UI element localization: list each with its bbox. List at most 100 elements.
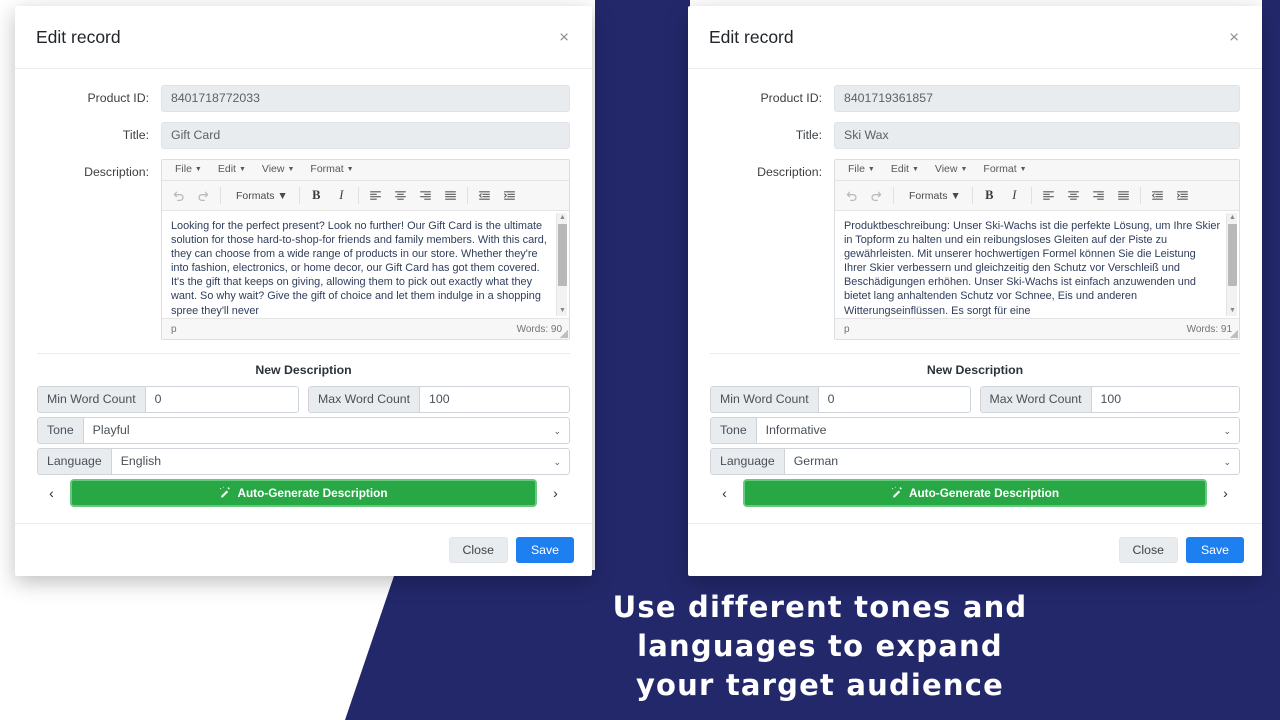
align-center-icon[interactable] (1061, 183, 1086, 209)
title-row-left: Title: Gift Card (37, 122, 570, 149)
menu-edit[interactable]: Edit ▼ (210, 160, 254, 181)
language-select[interactable]: German ⌄ (783, 448, 1240, 475)
title-field[interactable]: Gift Card (161, 122, 570, 149)
close-button[interactable]: Close (1118, 537, 1178, 563)
save-button[interactable]: Save (1185, 537, 1244, 563)
resize-grip-icon[interactable] (560, 330, 568, 338)
menu-file[interactable]: File ▼ (840, 160, 883, 181)
resize-grip-icon[interactable] (1230, 330, 1238, 338)
italic-button[interactable]: I (1002, 183, 1027, 209)
undo-icon[interactable] (166, 183, 191, 209)
language-row: Language German ⌄ (710, 448, 1240, 475)
scrollbar-thumb[interactable] (558, 224, 567, 286)
max-word-count-input[interactable]: 100 (419, 386, 570, 413)
menu-view[interactable]: View ▼ (927, 160, 976, 181)
language-select[interactable]: English ⌄ (110, 448, 570, 475)
promo-caption: Use different tones and languages to exp… (380, 588, 1260, 705)
editor-scrollbar[interactable]: ▲ ▼ (556, 213, 567, 316)
close-icon[interactable]: × (553, 25, 575, 50)
new-description-heading: New Description (255, 363, 352, 377)
word-count-row: Min Word Count 0 Max Word Count 100 (37, 386, 570, 413)
max-word-count-input[interactable]: 100 (1090, 386, 1240, 413)
chevron-down-icon: ⌄ (1223, 426, 1231, 436)
scrollbar-thumb[interactable] (1228, 224, 1237, 286)
menu-view[interactable]: View ▼ (254, 160, 303, 181)
chevron-down-icon: ▼ (194, 166, 202, 173)
tone-label: Tone (37, 417, 83, 444)
language-row: Language English ⌄ (37, 448, 570, 475)
description-row-left: Description: File ▼ Edit ▼ View ▼ Format ▼ (37, 159, 570, 340)
max-word-count-label: Max Word Count (308, 386, 420, 413)
editor-toolbar: Formats ▼ B I (835, 181, 1239, 211)
editor-text-area[interactable]: Produktbeschreibung: Unser Ski-Wachs ist… (835, 211, 1239, 318)
align-justify-icon[interactable] (438, 183, 463, 209)
product-id-field[interactable]: 8401719361857 (834, 85, 1240, 112)
generate-row: ‹ Auto-Generate Description › (37, 479, 570, 507)
product-id-label: Product ID: (87, 91, 149, 105)
tone-select[interactable]: Informative ⌄ (755, 417, 1240, 444)
max-word-count-group: Max Word Count 100 (979, 386, 1240, 413)
description-row-right: Description: File ▼ Edit ▼ View ▼ Format ▼ (710, 159, 1240, 340)
screenshot-stage: Use different tones and languages to exp… (0, 0, 1280, 720)
toolbar-separator (893, 187, 894, 204)
title-field[interactable]: Ski Wax (834, 122, 1240, 149)
edit-record-dialog-left: Edit record × Product ID: 8401718772033 … (15, 6, 592, 576)
dialog-body-left: Product ID: 8401718772033 Title: Gift Ca… (15, 69, 592, 507)
word-count: Words: 91 (1186, 323, 1232, 335)
tone-label: Tone (710, 417, 756, 444)
menu-edit[interactable]: Edit ▼ (883, 160, 927, 181)
menu-format[interactable]: Format ▼ (302, 160, 361, 181)
menu-format[interactable]: Format ▼ (975, 160, 1034, 181)
align-justify-icon[interactable] (1111, 183, 1136, 209)
promo-caption-line-1: Use different tones and (612, 590, 1028, 624)
outdent-icon[interactable] (472, 183, 497, 209)
close-button[interactable]: Close (448, 537, 508, 563)
dialog-footer-left: Close Save (15, 523, 592, 576)
editor-text-area[interactable]: Looking for the perfect present? Look no… (162, 211, 569, 318)
prev-arrow-icon[interactable]: ‹ (37, 479, 66, 507)
min-word-count-input[interactable]: 0 (144, 386, 299, 413)
close-icon[interactable]: × (1223, 25, 1245, 50)
indent-icon[interactable] (497, 183, 522, 209)
indent-icon[interactable] (1170, 183, 1195, 209)
tone-select[interactable]: Playful ⌄ (82, 417, 570, 444)
align-left-icon[interactable] (1036, 183, 1061, 209)
word-count: Words: 90 (516, 323, 562, 335)
min-word-count-input[interactable]: 0 (817, 386, 971, 413)
element-path: p (844, 323, 850, 335)
dialog-body-right: Product ID: 8401719361857 Title: Ski Wax… (688, 69, 1262, 507)
align-left-icon[interactable] (363, 183, 388, 209)
new-description-form-right: Min Word Count 0 Max Word Count 100 Tone… (710, 386, 1240, 507)
auto-generate-description-button[interactable]: Auto-Generate Description (743, 479, 1207, 507)
formats-dropdown[interactable]: Formats ▼ (229, 183, 295, 209)
scroll-down-icon[interactable]: ▼ (557, 306, 568, 316)
editor-menubar: File ▼ Edit ▼ View ▼ Format ▼ (835, 160, 1239, 181)
undo-icon[interactable] (839, 183, 864, 209)
next-arrow-icon[interactable]: › (541, 479, 570, 507)
language-label: Language (37, 448, 111, 475)
align-center-icon[interactable] (388, 183, 413, 209)
chevron-down-icon: ⌄ (553, 426, 561, 436)
save-button[interactable]: Save (515, 537, 574, 563)
editor-scrollbar[interactable]: ▲ ▼ (1226, 213, 1237, 316)
scroll-up-icon[interactable]: ▲ (1227, 213, 1238, 223)
redo-icon[interactable] (864, 183, 889, 209)
align-right-icon[interactable] (1086, 183, 1111, 209)
auto-generate-description-button[interactable]: Auto-Generate Description (70, 479, 537, 507)
product-id-row-right: Product ID: 8401719361857 (710, 85, 1240, 112)
formats-dropdown[interactable]: Formats ▼ (902, 183, 968, 209)
italic-button[interactable]: I (329, 183, 354, 209)
scroll-down-icon[interactable]: ▼ (1227, 306, 1238, 316)
bold-button[interactable]: B (977, 183, 1002, 209)
rich-text-editor: File ▼ Edit ▼ View ▼ Format ▼ Formats ▼ … (161, 159, 570, 340)
product-id-field[interactable]: 8401718772033 (161, 85, 570, 112)
bold-button[interactable]: B (304, 183, 329, 209)
align-right-icon[interactable] (413, 183, 438, 209)
next-arrow-icon[interactable]: › (1211, 479, 1240, 507)
outdent-icon[interactable] (1145, 183, 1170, 209)
language-group: Language German ⌄ (710, 448, 1240, 475)
menu-file[interactable]: File ▼ (167, 160, 210, 181)
scroll-up-icon[interactable]: ▲ (557, 213, 568, 223)
prev-arrow-icon[interactable]: ‹ (710, 479, 739, 507)
redo-icon[interactable] (191, 183, 216, 209)
